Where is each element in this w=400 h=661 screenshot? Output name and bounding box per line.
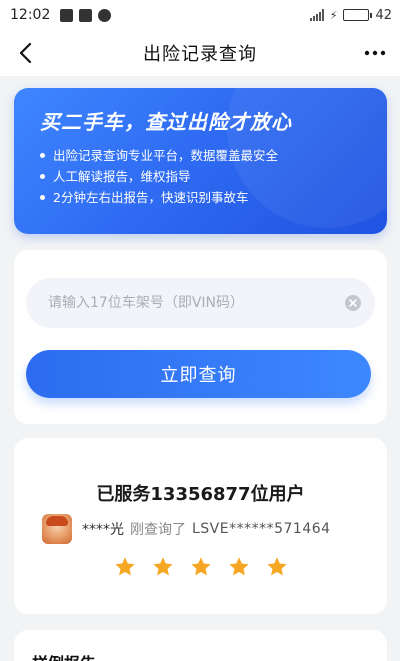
status-bar: 12:02 ⚡ 42 <box>0 0 400 30</box>
hero-bullet-text: 2分钟左右出报告，快速识别事故车 <box>53 190 249 205</box>
query-card: 立即查询 <box>14 250 387 424</box>
close-icon <box>349 299 357 307</box>
star-icon <box>190 557 211 576</box>
served-count-title: 已服务13356877位用户 <box>96 484 305 505</box>
hero-bullet: 出险记录查询专业平台，数据覆盖最安全 <box>40 145 365 166</box>
bullet-dot-icon <box>40 153 45 158</box>
hero-bullet: 2分钟左右出报告，快速识别事故车 <box>40 187 365 208</box>
bullet-dot-icon <box>40 174 45 179</box>
hero-bullet: 人工解读报告，维权指导 <box>40 166 365 187</box>
status-bar-right: ⚡ 42 <box>309 7 392 23</box>
hero-bullet-text: 人工解读报告，维权指导 <box>53 169 191 184</box>
hero-banner: 买二手车，查过出险才放心 出险记录查询专业平台，数据覆盖最安全 人工解读报告，维… <box>14 88 387 234</box>
image-icon <box>79 8 93 22</box>
vin-field-wrapper <box>26 278 375 328</box>
battery-level: 42 <box>375 7 392 23</box>
status-time: 12:02 <box>10 7 51 23</box>
vin-input[interactable] <box>48 295 345 311</box>
back-button[interactable] <box>10 38 40 68</box>
sample-report-card: 样例报告 <box>14 630 387 661</box>
battery-icon <box>343 9 373 21</box>
chevron-left-icon <box>19 42 32 64</box>
notification-icon <box>60 8 74 22</box>
query-button[interactable]: 立即查询 <box>26 350 371 398</box>
avatar <box>42 514 72 544</box>
hero-title: 买二手车，查过出险才放心 <box>40 110 292 134</box>
status-bar-left: 12:02 <box>10 7 112 23</box>
star-icon <box>228 557 249 576</box>
sample-report-title: 样例报告 <box>32 650 96 661</box>
activity-action: 刚查询了 <box>130 522 186 538</box>
activity-vin: LSVE******571464 <box>192 521 331 537</box>
recent-activity: ****光 刚查询了 LSVE******571464 <box>42 514 331 544</box>
bullet-dot-icon <box>40 195 45 200</box>
star-icon <box>152 557 173 576</box>
hero-bullet-list: 出险记录查询专业平台，数据覆盖最安全 人工解读报告，维权指导 2分钟左右出报告，… <box>40 145 365 208</box>
hero-bullet-text: 出险记录查询专业平台，数据覆盖最安全 <box>53 148 279 163</box>
account-icon <box>98 8 112 22</box>
page-title: 出险记录查询 <box>143 44 257 65</box>
more-horizontal-icon <box>364 50 386 56</box>
more-button[interactable] <box>360 38 390 68</box>
served-card: 已服务13356877位用户 ****光 刚查询了 LSVE******5714… <box>14 438 387 614</box>
charging-icon: ⚡ <box>329 8 338 22</box>
clear-button[interactable] <box>345 295 361 311</box>
signal-icon <box>309 9 324 21</box>
activity-user: ****光 <box>82 522 124 538</box>
star-icon <box>266 557 287 576</box>
nav-bar: 出险记录查询 <box>0 30 400 76</box>
star-icon <box>114 557 135 576</box>
rating-stars <box>14 556 387 578</box>
